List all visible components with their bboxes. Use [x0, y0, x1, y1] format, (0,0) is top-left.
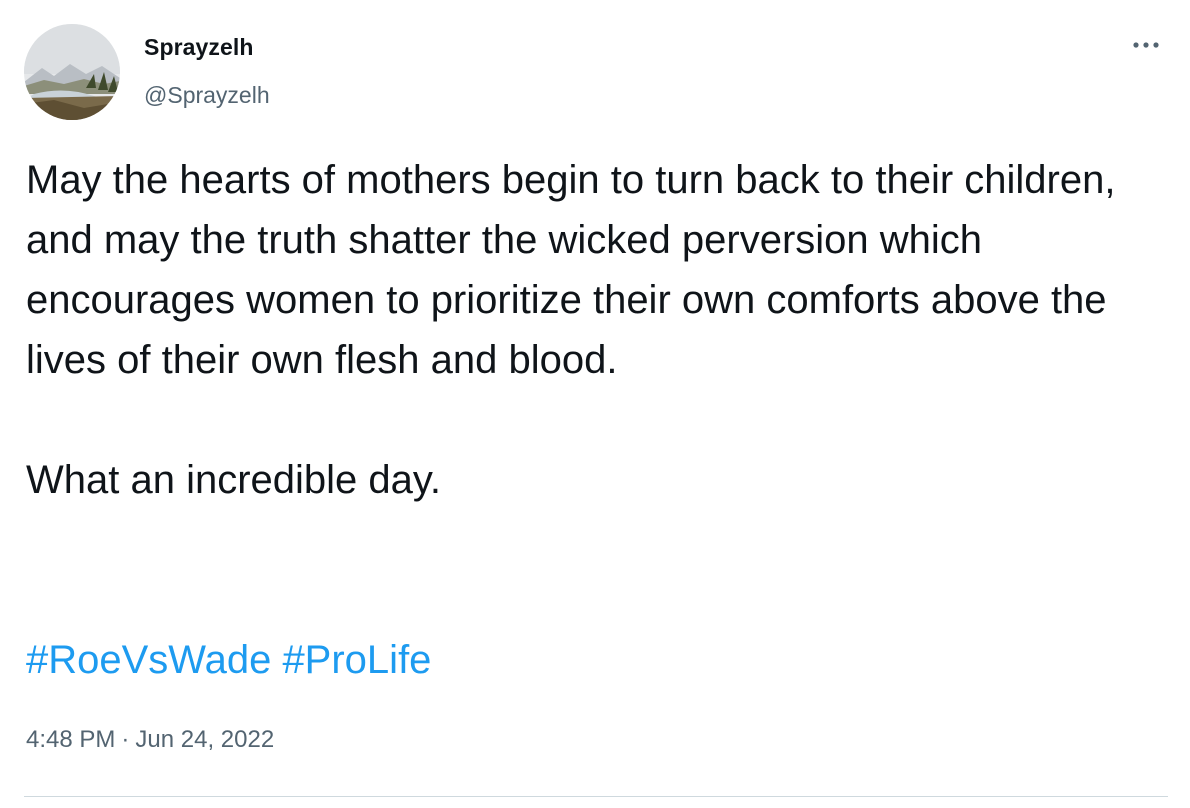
- landscape-avatar-image: [24, 24, 120, 120]
- more-options-button[interactable]: [1126, 30, 1166, 60]
- meta-separator: ·: [121, 726, 130, 753]
- tweet-metadata: 4:48 PM · Jun 24, 2022: [26, 726, 274, 754]
- tweet-text: May the hearts of mothers begin to turn …: [26, 150, 1156, 510]
- author-handle[interactable]: @Sprayzelh: [144, 82, 270, 109]
- more-horizontal-icon: [1133, 42, 1159, 48]
- tweet-date[interactable]: Jun 24, 2022: [135, 726, 274, 754]
- divider: [24, 796, 1168, 797]
- hashtag-link[interactable]: #RoeVsWade: [26, 638, 271, 682]
- tweet-paragraph: What an incredible day.: [26, 458, 442, 502]
- tweet-card: Sprayzelh @Sprayzelh May the hearts of m…: [0, 0, 1190, 808]
- avatar[interactable]: [24, 24, 120, 120]
- author-display-name[interactable]: Sprayzelh: [144, 34, 254, 61]
- tweet-time[interactable]: 4:48 PM: [26, 726, 115, 754]
- hashtag-list: #RoeVsWade #ProLife: [26, 630, 431, 690]
- hashtag-link[interactable]: #ProLife: [282, 638, 431, 682]
- tweet-paragraph: May the hearts of mothers begin to turn …: [26, 158, 1116, 382]
